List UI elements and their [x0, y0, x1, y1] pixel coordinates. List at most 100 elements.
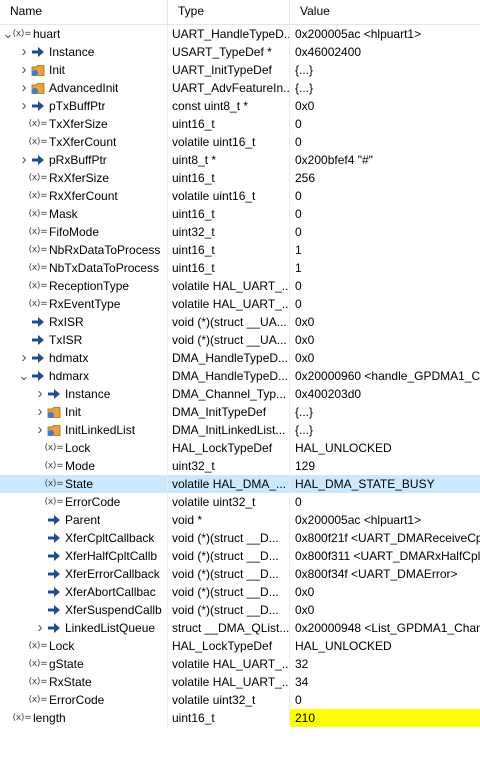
variable-row[interactable]: XferErrorCallback void (*)(struct __D... 0…: [0, 565, 480, 583]
variable-row[interactable]: XferSuspendCallb void (*)(struct __D... 0x…: [0, 601, 480, 619]
variable-value[interactable]: 0x400203d0: [290, 385, 480, 403]
column-header-value[interactable]: Value: [290, 0, 480, 24]
variable-value[interactable]: {...}: [290, 421, 480, 439]
variable-row[interactable]: (x)= Mode uint32_t 129: [0, 457, 480, 475]
variable-row[interactable]: XferAbortCallbac void (*)(struct __D... 0x…: [0, 583, 480, 601]
variable-value[interactable]: 0x20000948 <List_GPDMA1_Chann: [290, 619, 480, 637]
chevron-right-icon[interactable]: ›: [18, 349, 30, 367]
variable-value[interactable]: {...}: [290, 79, 480, 97]
variable-row[interactable]: (x)= ReceptionType volatile HAL_UART_... 0: [0, 277, 480, 295]
variable-value[interactable]: 0: [290, 187, 480, 205]
chevron-right-icon[interactable]: ›: [34, 385, 46, 403]
variable-value[interactable]: 0: [290, 277, 480, 295]
variable-row[interactable]: › AdvancedInit UART_AdvFeatureIn... {...}: [0, 79, 480, 97]
variable-row[interactable]: XferHalfCpltCallb void (*)(struct __D... 0…: [0, 547, 480, 565]
variable-value[interactable]: 0: [290, 691, 480, 709]
variable-row[interactable]: (x)= Mask uint16_t 0: [0, 205, 480, 223]
variable-row[interactable]: › Init DMA_InitTypeDef {...}: [0, 403, 480, 421]
variable-row[interactable]: (x)= RxEventType volatile HAL_UART_... 0: [0, 295, 480, 313]
variable-value[interactable]: 256: [290, 169, 480, 187]
chevron-right-icon[interactable]: ›: [18, 151, 30, 169]
variable-row[interactable]: › pRxBuffPtr uint8_t * 0x200bfef4 "#": [0, 151, 480, 169]
variable-name-cell: › pRxBuffPtr: [0, 151, 168, 169]
chevron-right-icon[interactable]: ›: [34, 619, 46, 637]
column-header-name[interactable]: Name: [0, 0, 168, 24]
variable-row[interactable]: › hdmatx DMA_HandleTypeD... 0x0: [0, 349, 480, 367]
variable-row[interactable]: (x)= TxXferSize uint16_t 0: [0, 115, 480, 133]
variable-name: Instance: [49, 45, 95, 59]
variable-value[interactable]: 0x800f21f <UART_DMAReceiveCplt: [290, 529, 480, 547]
variable-value[interactable]: HAL_DMA_STATE_BUSY: [290, 475, 480, 493]
variable-row[interactable]: (x)= Lock HAL_LockTypeDef HAL_UNLOCKED: [0, 439, 480, 457]
variable-value[interactable]: 0x0: [290, 313, 480, 331]
variable-row[interactable]: (x)= FifoMode uint32_t 0: [0, 223, 480, 241]
variable-row[interactable]: (x)= RxXferSize uint16_t 256: [0, 169, 480, 187]
variable-value[interactable]: 0x200005ac <hlpuart1>: [290, 511, 480, 529]
variable-row[interactable]: (x)= gState volatile HAL_UART_... 32: [0, 655, 480, 673]
variable-value[interactable]: 0x20000960 <handle_GPDMA1_Ch: [290, 367, 480, 385]
pointer-icon: [46, 601, 62, 619]
variable-value[interactable]: 0: [290, 205, 480, 223]
variable-value[interactable]: 0: [290, 295, 480, 313]
variable-value[interactable]: 0x0: [290, 331, 480, 349]
variable-row[interactable]: › Instance USART_TypeDef * 0x46002400: [0, 43, 480, 61]
variable-value[interactable]: 0: [290, 223, 480, 241]
variable-row[interactable]: Parent void * 0x200005ac <hlpuart1>: [0, 511, 480, 529]
variable-value[interactable]: 0x800f311 <UART_DMARxHalfCplt: [290, 547, 480, 565]
variable-value[interactable]: 0: [290, 493, 480, 511]
variable-value[interactable]: 32: [290, 655, 480, 673]
chevron-right-icon[interactable]: ›: [18, 97, 30, 115]
variable-value[interactable]: 0: [290, 133, 480, 151]
variable-row[interactable]: ⌄ hdmarx DMA_HandleTypeD... 0x20000960 <han…: [0, 367, 480, 385]
variable-value[interactable]: 0x200bfef4 "#": [290, 151, 480, 169]
variable-row[interactable]: (x)= ErrorCode volatile uint32_t 0: [0, 493, 480, 511]
column-header-type[interactable]: Type: [168, 0, 290, 24]
variable-value[interactable]: 0x0: [290, 601, 480, 619]
variable-name-cell: XferErrorCallback: [0, 565, 168, 583]
variable-row[interactable]: TxISR void (*)(struct __UA... 0x0: [0, 331, 480, 349]
variable-value[interactable]: {...}: [290, 403, 480, 421]
variable-value[interactable]: 1: [290, 259, 480, 277]
variable-value[interactable]: HAL_UNLOCKED: [290, 637, 480, 655]
variable-row[interactable]: RxISR void (*)(struct __UA... 0x0: [0, 313, 480, 331]
variable-value[interactable]: 0: [290, 115, 480, 133]
chevron-right-icon[interactable]: ›: [34, 403, 46, 421]
variable-row[interactable]: › InitLinkedList DMA_InitLinkedList... {...…: [0, 421, 480, 439]
variable-value[interactable]: 0x800f34f <UART_DMAError>: [290, 565, 480, 583]
variable-row[interactable]: (x)= NbRxDataToProcess uint16_t 1: [0, 241, 480, 259]
chevron-right-icon[interactable]: ›: [18, 61, 30, 79]
variable-type: uint16_t: [168, 169, 290, 187]
variable-value[interactable]: 1: [290, 241, 480, 259]
variable-row[interactable]: › LinkedListQueue struct __DMA_QList... 0x2…: [0, 619, 480, 637]
chevron-right-icon[interactable]: ›: [18, 79, 30, 97]
variable-value[interactable]: HAL_UNLOCKED: [290, 439, 480, 457]
variable-row[interactable]: (x)= State volatile HAL_DMA_... HAL_DMA_STA…: [0, 475, 480, 493]
variable-value[interactable]: 0x0: [290, 97, 480, 115]
variable-value[interactable]: {...}: [290, 61, 480, 79]
variable-row[interactable]: (x)= ErrorCode volatile uint32_t 0: [0, 691, 480, 709]
variable-value[interactable]: 0x46002400: [290, 43, 480, 61]
variable-value[interactable]: 210: [290, 709, 480, 727]
variable-row[interactable]: › Instance DMA_Channel_Typ... 0x400203d0: [0, 385, 480, 403]
variable-row[interactable]: (x)= TxXferCount volatile uint16_t 0: [0, 133, 480, 151]
variable-row[interactable]: (x)= RxState volatile HAL_UART_... 34: [0, 673, 480, 691]
variable-row[interactable]: ⌄ (x)= huart UART_HandleTypeD... 0x200005ac …: [0, 25, 480, 43]
variable-value[interactable]: 34: [290, 673, 480, 691]
variable-name-cell: XferAbortCallbac: [0, 583, 168, 601]
variable-row[interactable]: (x)= RxXferCount volatile uint16_t 0: [0, 187, 480, 205]
variable-value[interactable]: 0x0: [290, 583, 480, 601]
variable-value[interactable]: 0x200005ac <hlpuart1>: [290, 25, 480, 43]
variable-row[interactable]: (x)= NbTxDataToProcess uint16_t 1: [0, 259, 480, 277]
variable-name-cell: › Instance: [0, 385, 168, 403]
chevron-right-icon[interactable]: ›: [18, 43, 30, 61]
variable-row[interactable]: (x)= Lock HAL_LockTypeDef HAL_UNLOCKED: [0, 637, 480, 655]
variable-value[interactable]: 129: [290, 457, 480, 475]
variable-row[interactable]: › pTxBuffPtr const uint8_t * 0x0: [0, 97, 480, 115]
variable-row[interactable]: › Init UART_InitTypeDef {...}: [0, 61, 480, 79]
variable-row[interactable]: (x)= length uint16_t 210: [0, 709, 480, 727]
chevron-down-icon[interactable]: ⌄: [18, 367, 30, 385]
variable-icon: (x)=: [44, 479, 64, 489]
chevron-right-icon[interactable]: ›: [34, 421, 46, 439]
variable-value[interactable]: 0x0: [290, 349, 480, 367]
variable-row[interactable]: XferCpltCallback void (*)(struct __D... 0x…: [0, 529, 480, 547]
